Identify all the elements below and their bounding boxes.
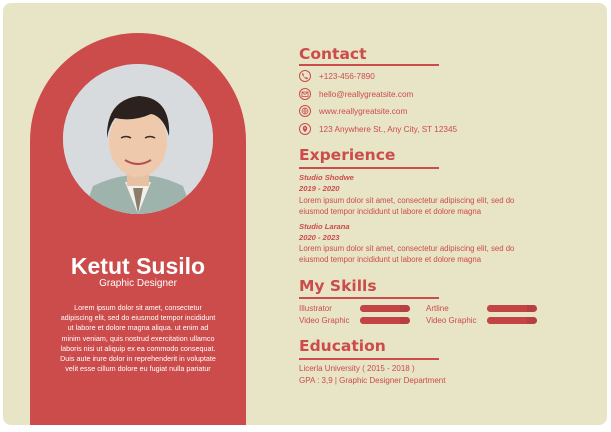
skill-fill bbox=[360, 305, 400, 312]
education-school: Licerla University ( 2015 - 2018 ) bbox=[299, 364, 415, 373]
education-divider bbox=[299, 358, 439, 360]
skills-heading: My Skills bbox=[299, 277, 377, 295]
skill-label: Illustrator bbox=[299, 304, 332, 313]
contact-phone: +123-456-7890 bbox=[319, 71, 375, 81]
job-dates: 2020 - 2023 bbox=[299, 233, 340, 242]
contact-website: www.reallygreatsite.com bbox=[319, 106, 408, 116]
skill-remainder bbox=[400, 317, 410, 324]
contact-heading: Contact bbox=[299, 45, 367, 63]
skill-remainder bbox=[400, 305, 410, 312]
location-icon bbox=[299, 123, 311, 135]
job-description: Lorem ipsum dolor sit amet, consectetur … bbox=[299, 244, 515, 264]
skill-fill bbox=[487, 305, 527, 312]
skill-fill bbox=[360, 317, 400, 324]
education-heading: Education bbox=[299, 337, 386, 355]
job-dates: 2019 - 2020 bbox=[299, 184, 340, 193]
job-description: Lorem ipsum dolor sit amet, consectetur … bbox=[299, 196, 515, 216]
contact-address-row: 123 Anywhere St., Any City, ST 12345 bbox=[299, 122, 457, 136]
profile-panel: Ketut Susilo Graphic Designer Lorem ipsu… bbox=[30, 33, 246, 425]
skill-fill bbox=[487, 317, 527, 324]
skill-remainder bbox=[527, 317, 537, 324]
email-icon bbox=[299, 88, 311, 100]
resume-page: Ketut Susilo Graphic Designer Lorem ipsu… bbox=[3, 3, 607, 425]
contact-email: hello@reallygreatsite.com bbox=[319, 89, 414, 99]
skill-bar bbox=[487, 305, 537, 312]
contact-phone-row: +123-456-7890 bbox=[299, 69, 375, 83]
skill-bar bbox=[360, 317, 410, 324]
contact-address: 123 Anywhere St., Any City, ST 12345 bbox=[319, 124, 458, 134]
profile-photo bbox=[63, 64, 213, 214]
contact-website-row: www.reallygreatsite.com bbox=[299, 104, 407, 118]
skill-bar bbox=[360, 305, 410, 312]
profile-role: Graphic Designer bbox=[99, 278, 177, 289]
job-company: Studio Shodwe bbox=[299, 173, 354, 182]
skill-remainder bbox=[527, 305, 537, 312]
profile-portrait-image bbox=[63, 64, 213, 214]
job-company: Studio Larana bbox=[299, 222, 350, 231]
contact-email-row: hello@reallygreatsite.com bbox=[299, 87, 413, 101]
skill-label: Artline bbox=[426, 304, 449, 313]
contact-divider bbox=[299, 64, 439, 66]
profile-bio: Lorem ipsum dolor sit amet, consectetur … bbox=[60, 303, 216, 374]
skills-divider bbox=[299, 297, 439, 299]
skill-label: Video Graphic bbox=[426, 316, 477, 325]
globe-icon bbox=[299, 105, 311, 117]
experience-divider bbox=[299, 167, 439, 169]
skill-bar bbox=[487, 317, 537, 324]
skill-label: Video Graphic bbox=[299, 316, 350, 325]
education-detail: GPA : 3,9 | Graphic Designer Department bbox=[299, 376, 446, 385]
profile-name: Ketut Susilo bbox=[70, 253, 206, 279]
phone-icon bbox=[299, 70, 311, 82]
experience-heading: Experience bbox=[299, 146, 396, 164]
